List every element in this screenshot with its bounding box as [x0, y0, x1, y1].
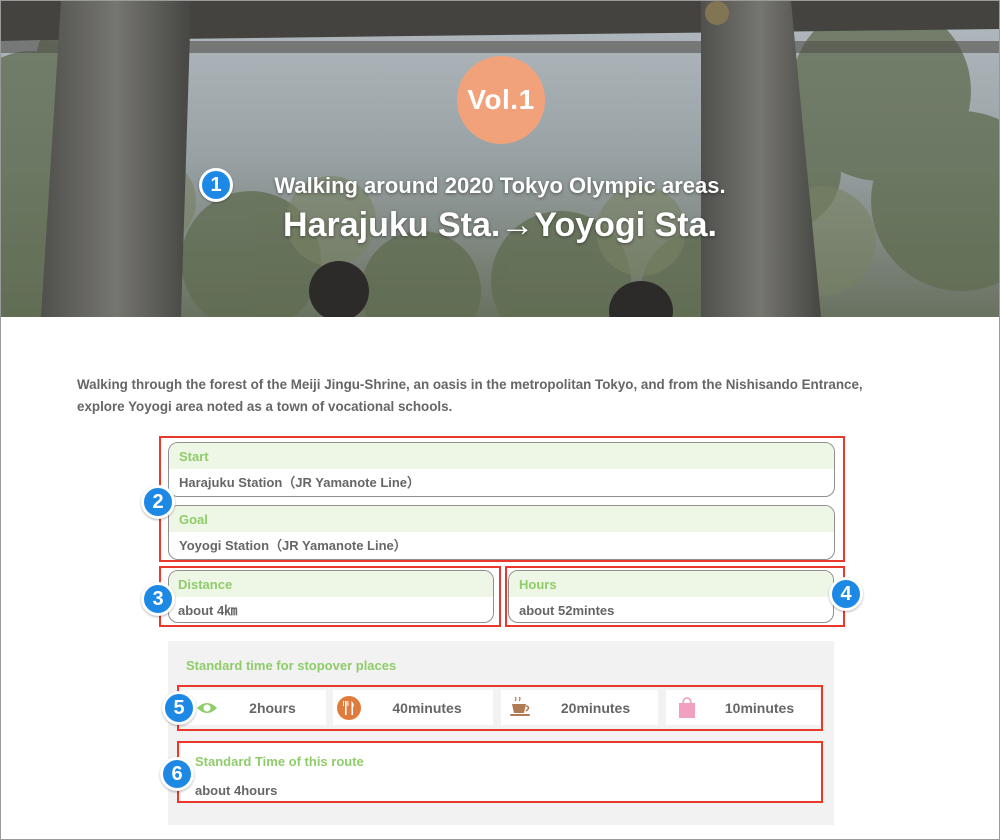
- page-frame: Vol.1 Walking around 2020 Tokyo Olympic …: [0, 0, 1000, 840]
- start-card: Start Harajuku Station（JR Yamanote Line）: [168, 442, 835, 497]
- distance-card: Distance about 4㎞: [168, 570, 494, 623]
- route-time-value: about 4hours: [195, 783, 278, 798]
- goal-label: Goal: [169, 506, 834, 532]
- goal-card: Goal Yoyogi Station（JR Yamanote Line）: [168, 505, 835, 560]
- stopover-item-shopping: 10minutes: [666, 690, 820, 725]
- intro-line-1: Walking through the forest of the Meiji …: [77, 377, 863, 392]
- hero-subtitle: Walking around 2020 Tokyo Olympic areas.: [274, 173, 726, 198]
- route-time-label: Standard Time of this route: [195, 754, 364, 769]
- stopover-item-restaurant: 40minutes: [333, 690, 493, 725]
- hero-title: Harajuku Sta.→Yoyogi Sta.: [283, 206, 717, 244]
- annotation-marker-6: 6: [160, 757, 194, 791]
- hours-label: Hours: [509, 571, 833, 597]
- annotation-marker-1: 1: [199, 168, 233, 202]
- hours-value: about 52mintes: [519, 603, 615, 618]
- annotation-marker-5: 5: [162, 691, 196, 725]
- hours-card: Hours about 52mintes: [508, 570, 834, 623]
- start-value: Harajuku Station（JR Yamanote Line）: [179, 475, 421, 490]
- stopover-item-sightseeing: 2hours: [183, 690, 326, 725]
- intro-line-2: explore Yoyogi area noted as a town of v…: [77, 399, 453, 414]
- restaurant-fork-knife-icon: [337, 695, 361, 720]
- stopover-time-sightseeing: 2hours: [249, 699, 296, 716]
- intro-text: Walking through the forest of the Meiji …: [77, 374, 927, 418]
- cafe-cup-icon: [509, 696, 533, 720]
- stopover-item-cafe: 20minutes: [501, 690, 658, 725]
- stopover-time-cafe: 20minutes: [560, 699, 631, 716]
- annotation-marker-2: 2: [141, 485, 175, 519]
- goal-value: Yoyogi Station（JR Yamanote Line）: [179, 538, 407, 553]
- stopover-time-shopping: 10minutes: [724, 699, 795, 716]
- annotation-marker-4: 4: [829, 577, 863, 611]
- volume-badge: Vol.1: [457, 56, 545, 144]
- shopping-bag-icon: [675, 696, 699, 720]
- stopover-title: Standard time for stopover places: [186, 658, 397, 673]
- distance-value: about 4㎞: [178, 603, 238, 618]
- distance-label: Distance: [169, 571, 493, 597]
- hero-overlay: [1, 1, 999, 317]
- stopover-time-restaurant: 40minutes: [392, 699, 462, 716]
- sightseeing-eye-icon: [195, 696, 219, 720]
- hero-banner: Vol.1 Walking around 2020 Tokyo Olympic …: [1, 1, 999, 317]
- annotation-marker-3: 3: [141, 582, 175, 616]
- start-label: Start: [169, 443, 834, 469]
